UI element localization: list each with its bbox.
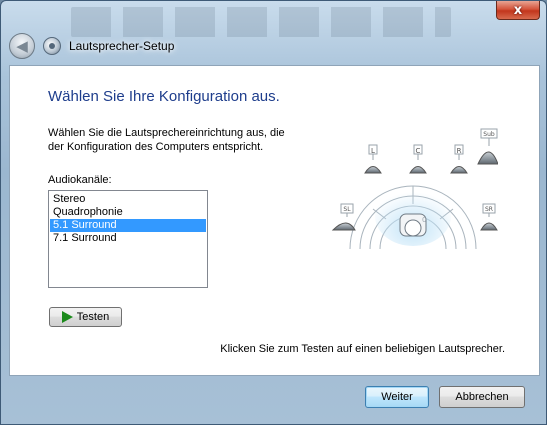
audio-channels-label: Audiokanäle:: [48, 174, 112, 186]
test-button[interactable]: Testen: [49, 307, 122, 327]
test-hint: Klicken Sie zum Testen auf einen beliebi…: [220, 343, 505, 355]
speaker-side-right[interactable]: SR: [480, 203, 498, 231]
list-item-5-1-surround[interactable]: 5.1 Surround: [50, 219, 206, 232]
play-icon: [61, 311, 73, 323]
speaker-sub-label: Sub: [483, 131, 495, 138]
next-button[interactable]: Weiter: [365, 386, 429, 408]
speaker-right[interactable]: R: [450, 144, 468, 174]
speaker-left[interactable]: L: [364, 144, 382, 174]
speaker-center[interactable]: C: [409, 144, 427, 174]
page-heading: Wählen Sie Ihre Konfiguration aus.: [48, 88, 280, 105]
description-line-1: Wählen Sie die Lautsprechereinrichtung a…: [48, 127, 285, 139]
list-item-7-1-surround[interactable]: 7.1 Surround: [50, 232, 206, 245]
back-button[interactable]: ◀: [9, 33, 35, 59]
window-frame: x ◀ Lautsprecher-Setup Wählen Sie Ihre K…: [0, 0, 547, 425]
close-button[interactable]: x: [496, 1, 540, 20]
titlebar: ◀ Lautsprecher-Setup: [9, 31, 539, 61]
description-line-2: der Konfiguration des Computers entspric…: [48, 141, 264, 153]
speaker-side-left[interactable]: SL: [331, 203, 356, 231]
speaker-right-label: R: [457, 147, 462, 155]
speaker-app-icon: [43, 37, 61, 55]
list-item-stereo[interactable]: Stereo: [50, 193, 206, 206]
window-title: Lautsprecher-Setup: [69, 39, 175, 53]
wizard-content: Wählen Sie Ihre Konfiguration aus. Wähle…: [9, 65, 540, 376]
speaker-sr-label: SR: [485, 206, 493, 213]
speaker-sl-label: SL: [343, 206, 351, 213]
button-bar: Weiter Abbrechen: [1, 376, 547, 425]
speaker-left-label: L: [371, 147, 375, 155]
page-description: Wählen Sie die Lautsprechereinrichtung a…: [48, 126, 328, 154]
back-arrow-icon: ◀: [16, 38, 28, 55]
svg-text:0: 0: [422, 216, 426, 224]
audio-channels-listbox[interactable]: Stereo Quadrophonie 5.1 Surround 7.1 Sur…: [48, 190, 208, 288]
speaker-diagram: 0 L C R Sub SL SR: [331, 128, 498, 250]
speaker-center-label: C: [416, 147, 421, 155]
cancel-button[interactable]: Abbrechen: [439, 386, 525, 408]
test-button-label: Testen: [76, 311, 110, 323]
list-item-quadrophonie[interactable]: Quadrophonie: [50, 206, 206, 219]
speaker-subwoofer[interactable]: Sub: [477, 128, 498, 165]
